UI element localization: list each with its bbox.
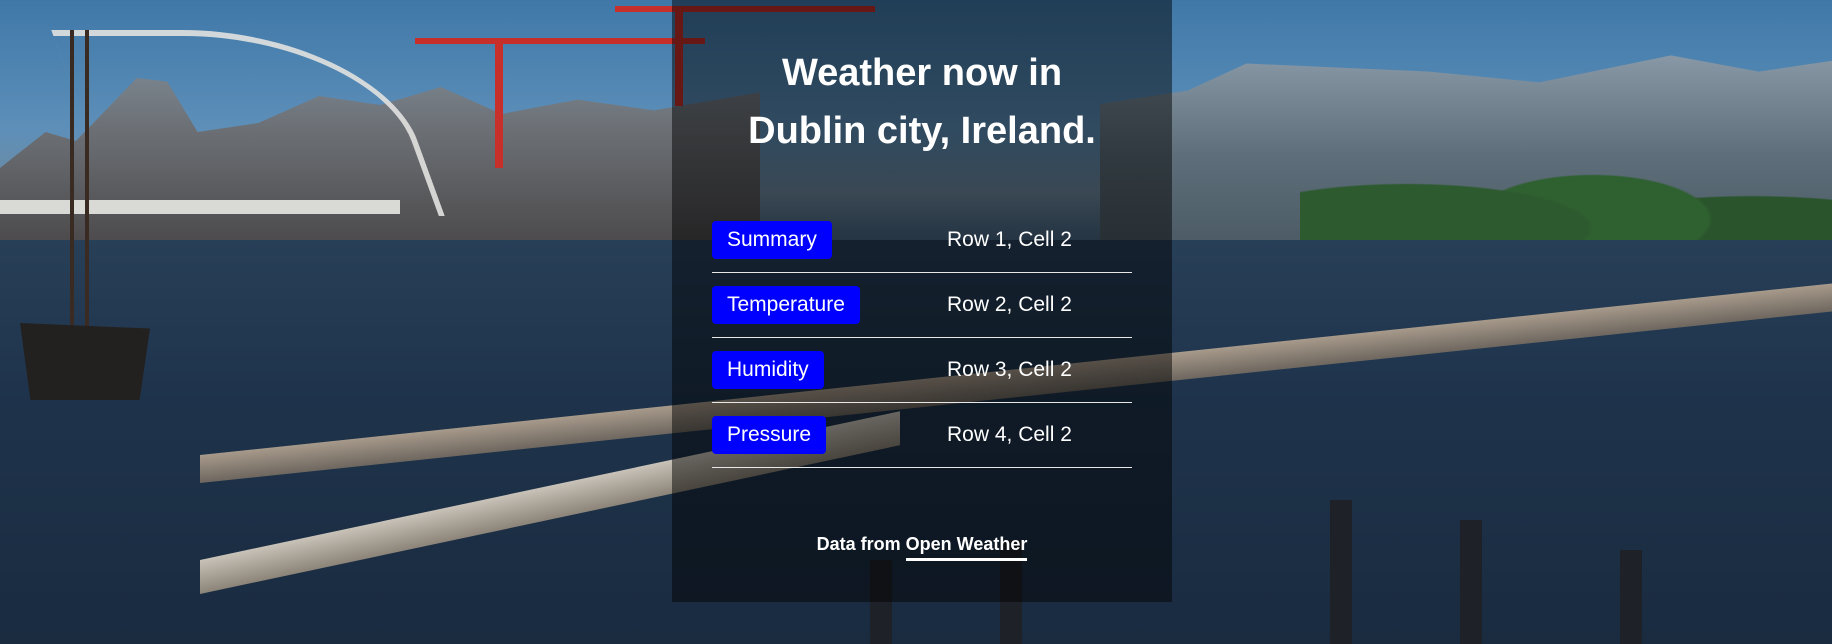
bridge-pillar (1460, 520, 1482, 644)
title-line-2: Dublin city, Ireland. (748, 110, 1096, 152)
table-cell-value: Row 3, Cell 2 (942, 337, 1132, 403)
footer-prefix: Data from (816, 534, 901, 554)
temperature-button[interactable]: Temperature (712, 286, 860, 324)
weather-table: Summary Row 1, Cell 2 Temperature Row 2,… (712, 208, 1132, 468)
table-cell: Humidity (712, 337, 942, 403)
table-row: Pressure Row 4, Cell 2 (712, 402, 1132, 468)
ship-mast (70, 30, 74, 330)
table-cell-value: Row 2, Cell 2 (942, 272, 1132, 338)
table-cell: Pressure (712, 402, 942, 468)
table-cell-value: Row 1, Cell 2 (942, 208, 1132, 273)
open-weather-link[interactable]: Open Weather (905, 534, 1028, 561)
ship-mast (85, 30, 89, 330)
crane-tower (495, 38, 503, 168)
humidity-button[interactable]: Humidity (712, 351, 824, 389)
weather-panel: Weather now in Dublin city, Ireland. Sum… (672, 0, 1172, 602)
title-line-1: Weather now in (781, 52, 1063, 94)
page-title: Weather now in Dublin city, Ireland. (672, 44, 1172, 160)
harp-bridge-arch (51, 30, 445, 216)
summary-button[interactable]: Summary (712, 221, 832, 259)
table-row: Summary Row 1, Cell 2 (712, 208, 1132, 273)
bridge-pillar (1620, 550, 1642, 644)
harp-bridge-deck (0, 200, 400, 214)
table-cell-value: Row 4, Cell 2 (942, 402, 1132, 468)
pressure-button[interactable]: Pressure (712, 416, 827, 454)
table-cell: Temperature (712, 272, 942, 338)
data-source-footer: Data from Open Weather (672, 534, 1172, 561)
table-row: Humidity Row 3, Cell 2 (712, 337, 1132, 403)
table-cell: Summary (712, 208, 942, 273)
bridge-pillar (1330, 500, 1352, 644)
table-row: Temperature Row 2, Cell 2 (712, 272, 1132, 338)
crane-jib (415, 38, 705, 44)
